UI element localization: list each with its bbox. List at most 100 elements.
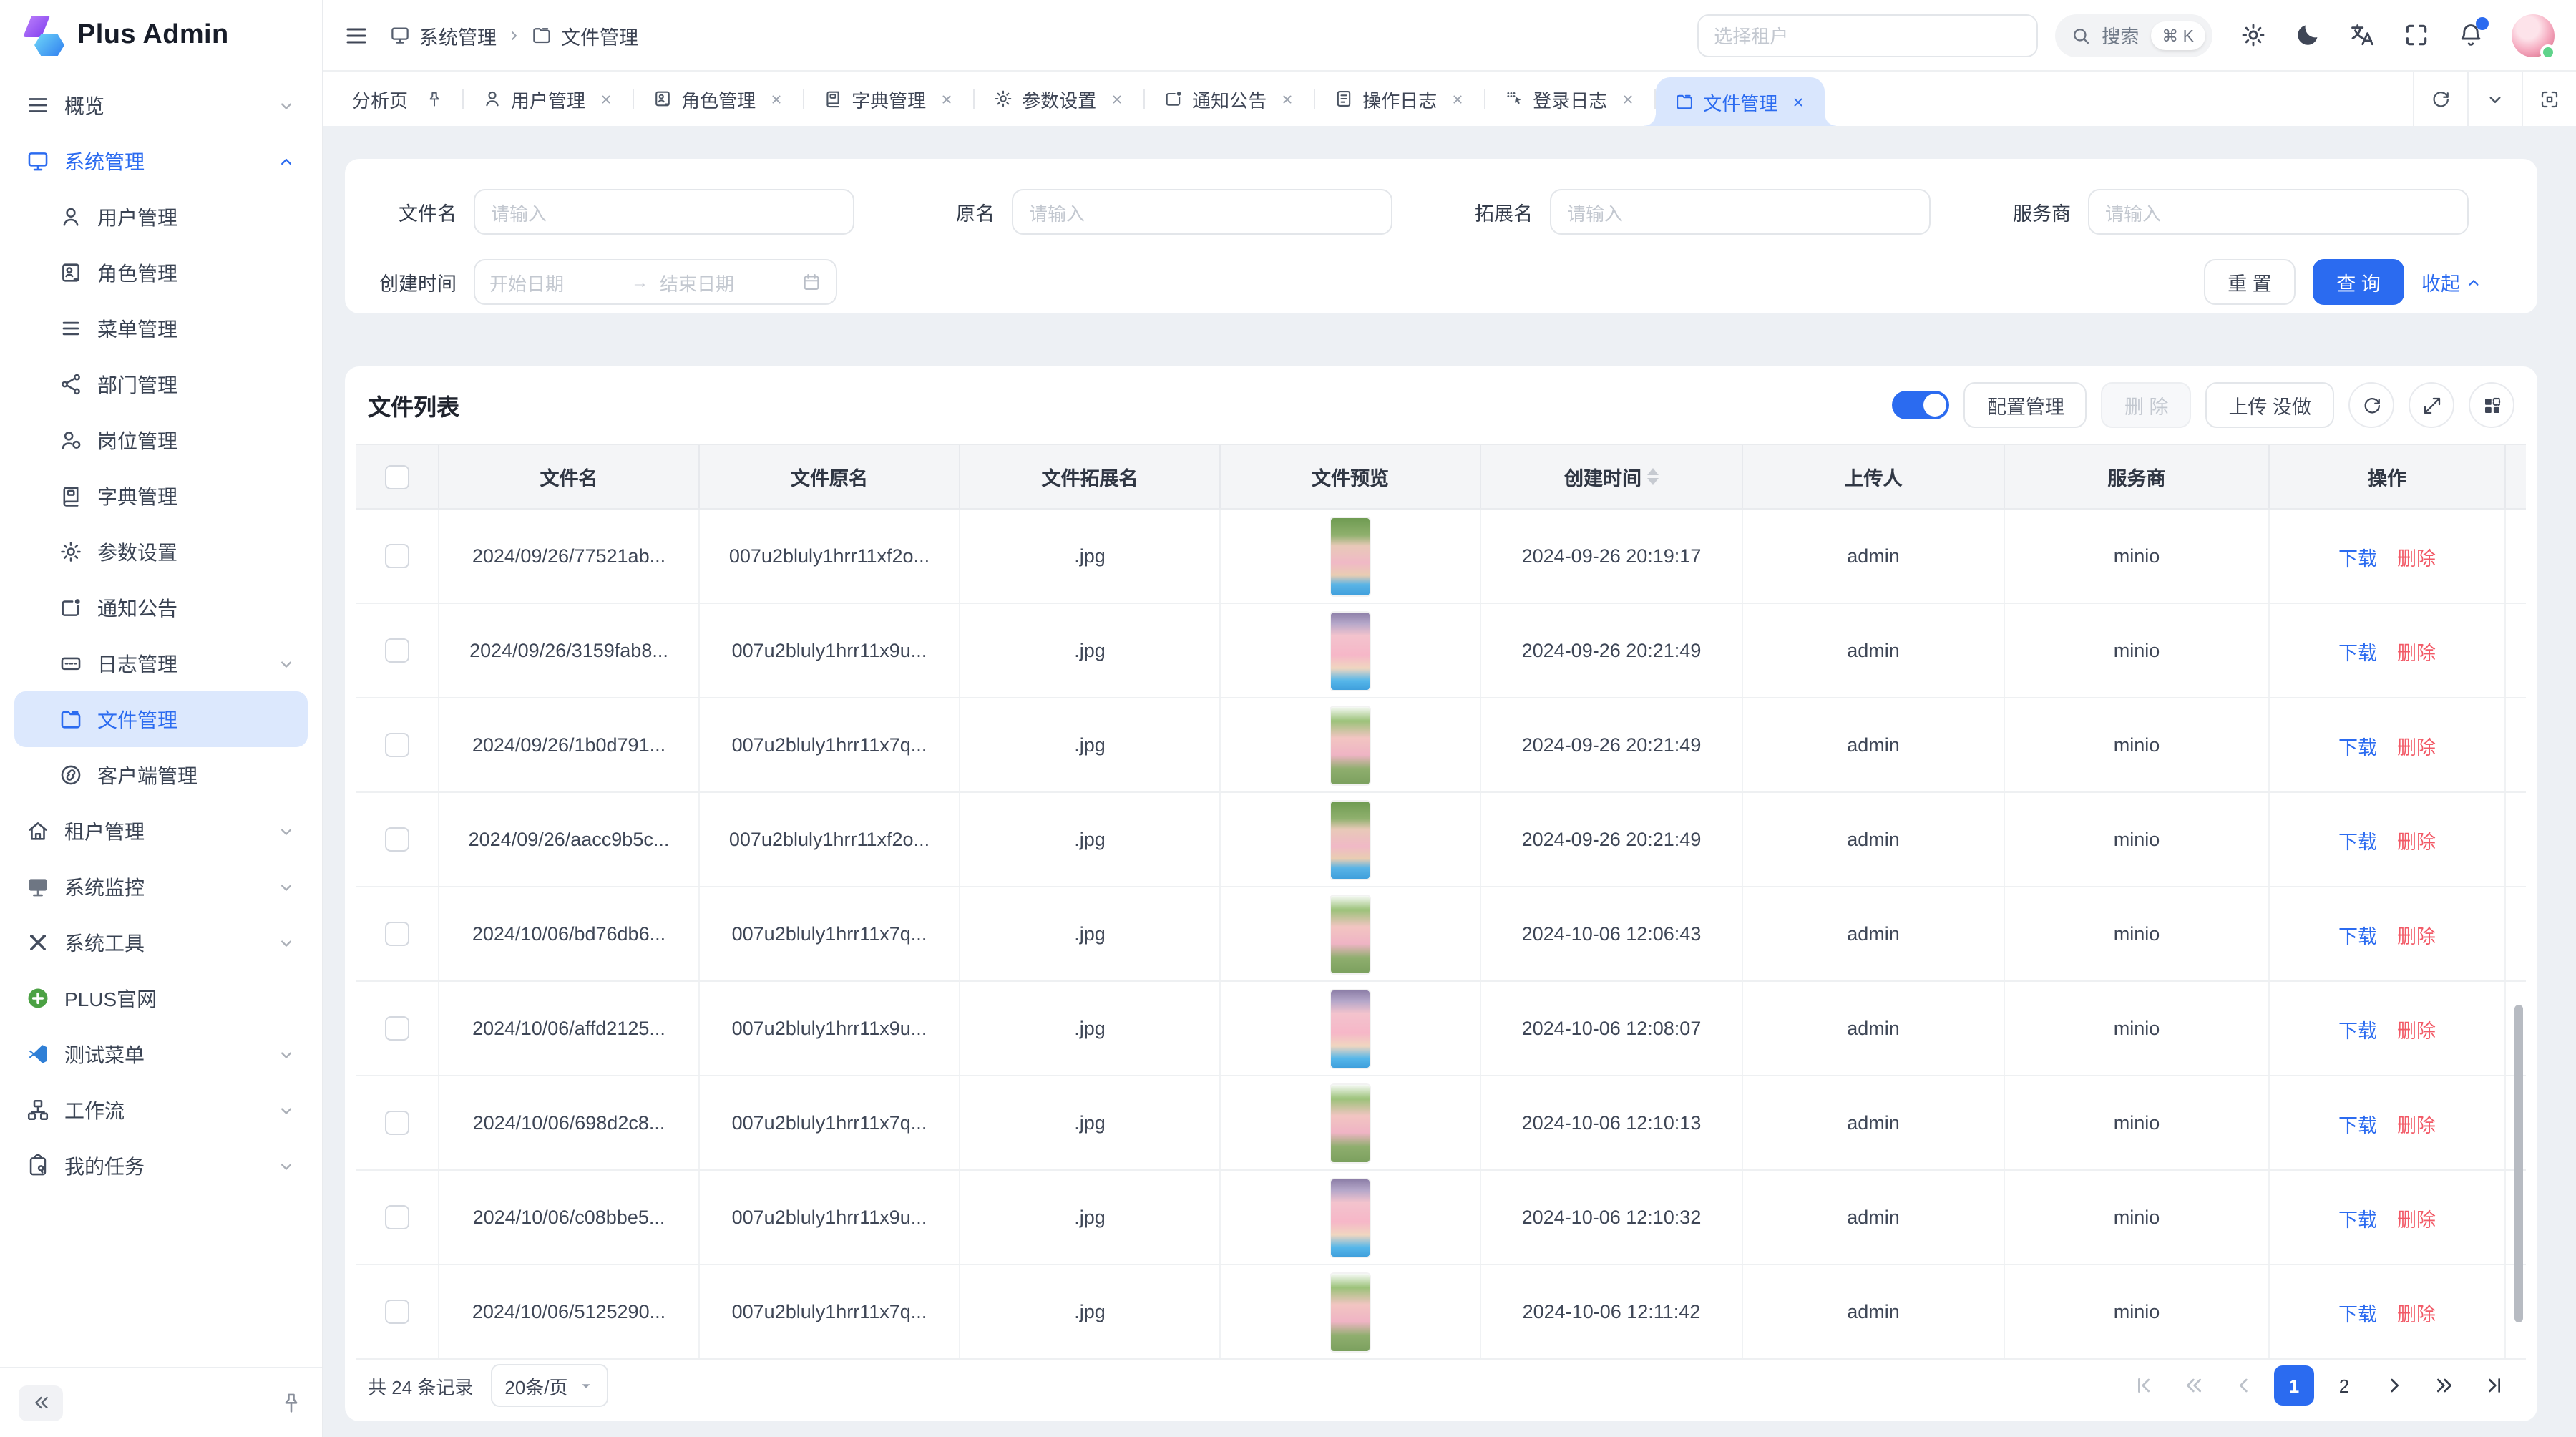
jump-forward-button[interactable] [2424,1365,2464,1406]
row-checkbox[interactable] [385,827,409,852]
delete-link[interactable]: 删除 [2397,920,2436,948]
tab-dict-management[interactable]: 字典管理 [804,72,973,126]
sidebar-item-my-tasks[interactable]: 我的任务 [14,1138,308,1194]
close-icon[interactable] [769,91,784,107]
page-button-1[interactable]: 1 [2274,1365,2314,1406]
preview-thumbnail[interactable] [1331,1084,1370,1161]
tab-notice[interactable]: 通知公告 [1145,72,1314,126]
table-fullscreen-button[interactable] [2409,382,2454,428]
bell-button[interactable] [2457,21,2484,49]
page-button-2[interactable]: 2 [2324,1365,2364,1406]
row-checkbox[interactable] [385,1205,409,1229]
preview-thumbnail[interactable] [1331,612,1370,689]
sidebar-item-overview[interactable]: 概览 [14,77,308,133]
fullscreen-icon[interactable] [2403,21,2430,49]
tab-login-log[interactable]: 登录日志 [1485,72,1654,126]
sidebar-item-test-menu[interactable]: 测试菜单 [14,1026,308,1082]
column-header-0[interactable]: 文件名 [439,445,700,508]
sidebar-item-dict-management[interactable]: 字典管理 [14,468,308,524]
tab-refresh-button[interactable] [2413,72,2467,126]
sidebar-item-role-management[interactable]: 角色管理 [14,245,308,301]
tab-fullscreen-button[interactable] [2522,72,2576,126]
preview-thumbnail[interactable] [1331,517,1370,595]
filter-input-original-name[interactable]: 请输入 [1012,189,1392,235]
column-header-6[interactable]: 服务商 [2005,445,2270,508]
avatar[interactable] [2512,14,2555,57]
tab-analysis[interactable]: 分析页 [333,72,462,126]
download-link[interactable]: 下载 [2338,1014,2377,1043]
download-link[interactable]: 下载 [2338,731,2377,759]
download-link[interactable]: 下载 [2338,1203,2377,1232]
config-management-button[interactable]: 配置管理 [1964,382,2087,428]
sort-icon[interactable] [1647,468,1659,485]
vertical-scrollbar-thumb[interactable] [2514,1005,2523,1322]
delete-link[interactable]: 删除 [2397,1203,2436,1232]
tab-user-management[interactable]: 用户管理 [464,72,633,126]
close-icon[interactable] [1450,91,1465,107]
close-icon[interactable] [1620,91,1636,107]
sidebar-item-system-management[interactable]: 系统管理 [14,133,308,189]
filter-input-extension[interactable]: 请输入 [1550,189,1931,235]
download-link[interactable]: 下载 [2338,1109,2377,1137]
delete-link[interactable]: 删除 [2397,731,2436,759]
row-checkbox[interactable] [385,638,409,663]
tab-role-management[interactable]: 角色管理 [634,72,803,126]
dark-mode-icon[interactable] [2294,21,2321,49]
sidebar-item-dept-management[interactable]: 部门管理 [14,356,308,412]
sidebar-item-file-management[interactable]: 文件管理 [14,691,308,747]
preview-thumbnail[interactable] [1331,895,1370,973]
row-checkbox[interactable] [385,1111,409,1135]
preview-thumbnail[interactable] [1331,801,1370,878]
row-checkbox[interactable] [385,1016,409,1041]
breadcrumb-parent[interactable]: 系统管理 [419,21,497,49]
sidebar-item-gitee-records[interactable]: gitee记录 [14,1194,308,1208]
sidebar-item-param-settings[interactable]: 参数设置 [14,524,308,580]
sidebar-item-plus-website[interactable]: PLUS官网 [14,970,308,1026]
delete-link[interactable]: 删除 [2397,825,2436,854]
download-link[interactable]: 下载 [2338,636,2377,665]
sidebar-item-tenant-management[interactable]: 租户管理 [14,803,308,859]
column-header-3[interactable]: 文件预览 [1221,445,1481,508]
delete-link[interactable]: 删除 [2397,1109,2436,1137]
download-link[interactable]: 下载 [2338,1297,2377,1326]
last-page-button[interactable] [2474,1365,2514,1406]
first-page-button[interactable] [2124,1365,2164,1406]
prev-page-button[interactable] [2224,1365,2264,1406]
download-link[interactable]: 下载 [2338,825,2377,854]
close-icon[interactable] [1790,94,1806,109]
sidebar-item-menu-management[interactable]: 菜单管理 [14,301,308,356]
row-checkbox[interactable] [385,1300,409,1324]
column-header-2[interactable]: 文件拓展名 [960,445,1221,508]
tab-file-management[interactable]: 文件管理 [1656,77,1825,126]
sidebar-item-client-management[interactable]: 客户端管理 [14,747,308,803]
column-header-5[interactable]: 上传人 [1743,445,2005,508]
sidebar-item-system-monitor[interactable]: 系统监控 [14,859,308,915]
row-checkbox[interactable] [385,544,409,568]
column-settings-button[interactable] [2469,382,2514,428]
refresh-table-button[interactable] [2348,382,2394,428]
preview-thumbnail[interactable] [1331,990,1370,1067]
close-icon[interactable] [1109,91,1125,107]
search-pill[interactable]: 搜索 ⌘ K [2054,14,2212,57]
sidebar-item-log-management[interactable]: 日志管理 [14,635,308,691]
sidebar-collapse-button[interactable] [19,1385,63,1421]
column-header-7[interactable]: 操作 [2270,445,2506,508]
next-page-button[interactable] [2374,1365,2414,1406]
table-toggle[interactable] [1893,391,1950,419]
sidebar-item-user-management[interactable]: 用户管理 [14,189,308,245]
preview-thumbnail[interactable] [1331,1179,1370,1256]
upload-button[interactable]: 上传 没做 [2205,382,2334,428]
download-link[interactable]: 下载 [2338,920,2377,948]
tab-dropdown-button[interactable] [2467,72,2522,126]
close-icon[interactable] [939,91,955,107]
sidebar-item-workflow[interactable]: 工作流 [14,1082,308,1138]
preview-thumbnail[interactable] [1331,706,1370,784]
preview-thumbnail[interactable] [1331,1273,1370,1350]
jump-back-button[interactable] [2174,1365,2214,1406]
row-checkbox[interactable] [385,733,409,757]
close-icon[interactable] [1279,91,1295,107]
column-header-1[interactable]: 文件原名 [700,445,960,508]
close-icon[interactable] [598,91,614,107]
date-range-input[interactable]: 开始日期 → 结束日期 [474,259,837,305]
page-size-select[interactable]: 20条/页 [490,1364,608,1407]
